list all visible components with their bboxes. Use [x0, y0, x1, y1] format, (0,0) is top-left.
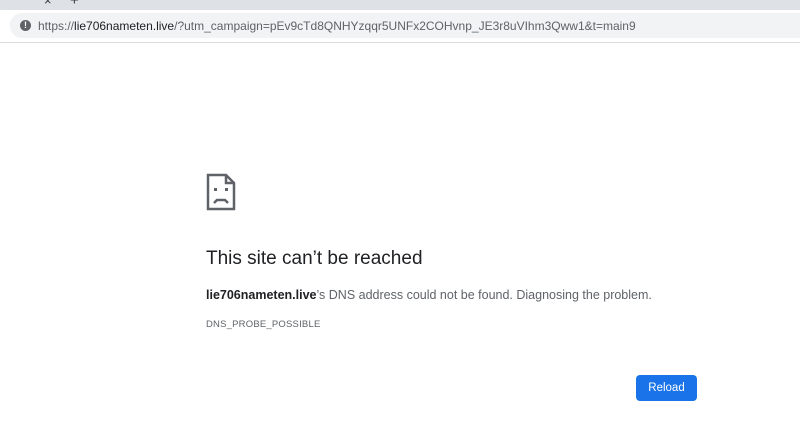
- browser-chrome: × + ! https://lie706nameten.live/?utm_ca…: [0, 0, 800, 42]
- url-host: lie706nameten.live: [74, 19, 175, 33]
- tab-close-icon[interactable]: ×: [44, 0, 52, 7]
- reload-button[interactable]: Reload: [636, 375, 697, 401]
- error-host: lie706nameten.live: [206, 288, 317, 302]
- toolbar: ! https://lie706nameten.live/?utm_campai…: [0, 10, 800, 42]
- error-code: DNS_PROBE_POSSIBLE: [206, 319, 321, 330]
- new-tab-icon[interactable]: +: [70, 0, 79, 8]
- error-page: This site can’t be reached lie706nameten…: [0, 42, 800, 441]
- error-title: This site can’t be reached: [206, 248, 423, 269]
- address-bar[interactable]: ! https://lie706nameten.live/?utm_campai…: [10, 13, 800, 38]
- sad-page-icon: [206, 173, 236, 211]
- tab-strip: × +: [0, 0, 800, 10]
- url-prefix: https://: [38, 19, 75, 33]
- url-text[interactable]: https://lie706nameten.live/?utm_campaign…: [38, 19, 636, 33]
- info-icon[interactable]: !: [20, 20, 31, 31]
- error-description: lie706nameten.live’s DNS address could n…: [206, 288, 652, 302]
- url-path: /?utm_campaign=pEv9cTd8QNHYzqqr5UNFx2COH…: [174, 19, 636, 33]
- error-description-text: ’s DNS address could not be found. Diagn…: [316, 288, 652, 302]
